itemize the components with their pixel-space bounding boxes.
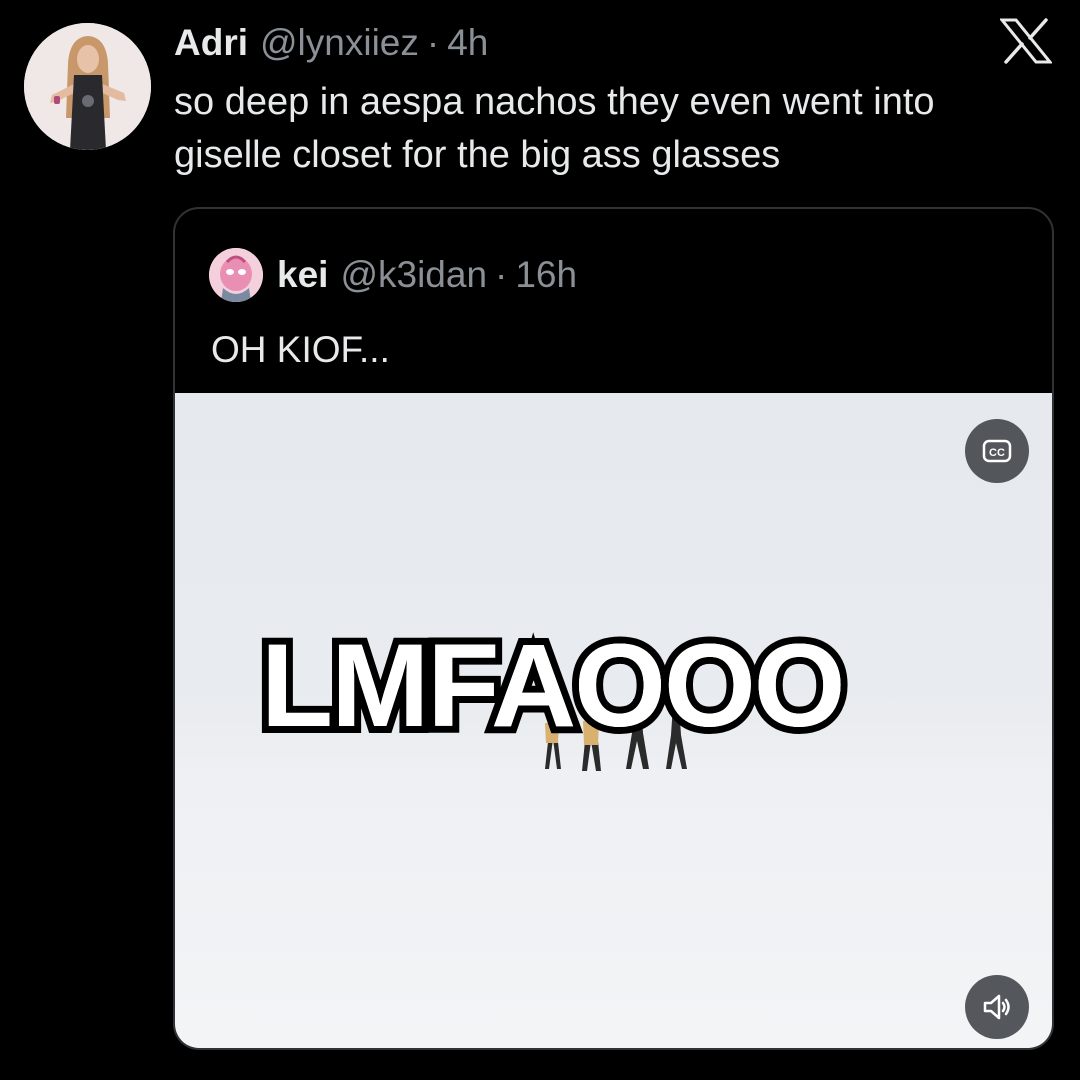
author-handle[interactable]: @lynxiiez [260, 18, 419, 68]
speaker-muted-icon [983, 994, 1010, 1020]
author-display-name[interactable]: Adri [174, 18, 248, 68]
tweet[interactable]: Adri @lynxiiez · 4h so deep in aespa nac… [0, 0, 1080, 1080]
quoted-author-handle[interactable]: @k3idan [340, 254, 487, 296]
closed-captions-label: CC [989, 447, 1005, 459]
closed-captions-button[interactable]: CC [965, 419, 1029, 483]
author-avatar-image [24, 23, 151, 150]
tweet-timestamp[interactable]: 4h [447, 18, 488, 68]
quoted-header-separator: · [495, 254, 508, 295]
volume-button[interactable] [965, 975, 1029, 1039]
closed-captions-icon: CC [982, 439, 1012, 463]
quoted-tweet-card[interactable]: kei @k3idan · 16h OH KIOF... LMFAOOO LMF… [173, 207, 1054, 1050]
video-player[interactable]: LMFAOOO LMFAOOO CC [175, 393, 1052, 1048]
x-logo-icon [1000, 18, 1052, 64]
tweet-text-line: giselle closet for the big ass glasses [174, 134, 781, 176]
quoted-author-avatar-image [209, 248, 263, 302]
video-caption: LMFAOOO [261, 620, 846, 752]
quoted-tweet-header: kei @k3idan · 16h [209, 248, 577, 302]
tweet-text: so deep in aespa nachos they even went i… [174, 76, 1064, 182]
tweet-header: Adri @lynxiiez · 4h [174, 18, 488, 68]
tweet-text-line: so deep in aespa nachos they even went i… [174, 81, 935, 123]
author-avatar[interactable] [24, 23, 151, 150]
quoted-tweet-timestamp[interactable]: 16h [515, 254, 577, 296]
quoted-author-avatar[interactable] [209, 248, 263, 302]
quoted-tweet-text: OH KIOF... [211, 329, 390, 370]
header-separator: · [426, 22, 440, 63]
quoted-author-display-name[interactable]: kei [277, 254, 328, 296]
